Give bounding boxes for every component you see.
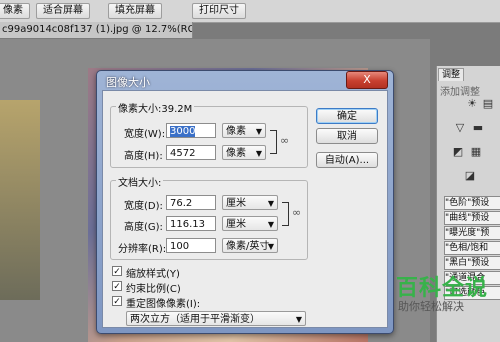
threshold-icon[interactable]: ◪	[464, 170, 476, 182]
watermark-subtitle: 助你轻松解决	[398, 300, 464, 313]
doc-width-input[interactable]: 76.2	[166, 195, 216, 210]
resample-method-select[interactable]: 两次立方（适用于平滑渐变） ▼	[126, 311, 306, 326]
add-adjustment-label: 添加调整	[440, 87, 480, 98]
resolution-input[interactable]: 100	[166, 238, 216, 253]
cancel-button[interactable]: 取消	[316, 128, 378, 144]
doc-height-input[interactable]: 116.13	[166, 216, 216, 231]
posterize-icon[interactable]: ▦	[470, 146, 482, 158]
pixel-width-unit-select[interactable]: 像素 ▼	[222, 123, 266, 138]
document-size-header: 文档大小:	[116, 174, 164, 189]
pixel-dimensions-header: 像素大小:39.2M	[116, 100, 195, 115]
constrain-proportions-checkbox[interactable]: ✓	[112, 281, 122, 292]
photo-background-left	[0, 100, 40, 300]
dialog-close-button[interactable]: X	[346, 71, 388, 89]
fit-screen-button[interactable]: 适合屏幕	[36, 3, 90, 19]
chevron-down-icon: ▼	[267, 242, 274, 251]
pixel-height-unit-select[interactable]: 像素 ▼	[222, 145, 266, 160]
dialog-title: 图像大小	[106, 76, 150, 89]
brightness-icon[interactable]: ☀	[466, 98, 478, 110]
preset-hue-saturation[interactable]: "色相/饱和	[444, 241, 500, 255]
auto-button[interactable]: 自动(A)...	[316, 152, 378, 168]
chevron-down-icon: ▼	[255, 127, 262, 136]
pixel-height-unit: 像素	[226, 148, 246, 159]
pixel-height-input[interactable]: 4572	[166, 145, 216, 160]
resolution-unit-select[interactable]: 像素/英寸 ▼	[222, 238, 278, 253]
resolution-label: 分辨率(R):	[118, 244, 167, 255]
doc-height-unit: 厘米	[226, 219, 246, 230]
chevron-down-icon: ▼	[267, 199, 274, 208]
preset-curves[interactable]: "曲线"预设	[444, 211, 500, 225]
print-size-button[interactable]: 打印尺寸	[192, 3, 246, 19]
link-bracket	[270, 130, 277, 154]
scale-styles-label: 缩放样式(Y)	[126, 269, 180, 280]
invert-icon[interactable]: ◩	[452, 146, 464, 158]
chevron-down-icon: ▼	[267, 220, 274, 229]
preset-exposure[interactable]: "曝光度"预	[444, 226, 500, 240]
link-bracket	[282, 202, 289, 226]
vibrance-icon[interactable]: ▽	[454, 122, 466, 134]
doc-height-unit-select[interactable]: 厘米 ▼	[222, 216, 278, 231]
document-tab-title: c99a9014c08f137 (1).jpg @ 12.7%(RGB/8) *	[2, 24, 192, 35]
chevron-down-icon: ▼	[255, 149, 262, 158]
doc-width-label: 宽度(D):	[124, 201, 163, 212]
resample-method-value: 两次立方（适用于平滑渐变）	[130, 314, 260, 325]
scale-styles-checkbox[interactable]: ✓	[112, 266, 122, 277]
pixel-height-label: 高度(H):	[124, 151, 163, 162]
doc-width-unit-select[interactable]: 厘米 ▼	[222, 195, 278, 210]
document-tab[interactable]: c99a9014c08f137 (1).jpg @ 12.7%(RGB/8) *…	[0, 22, 193, 38]
doc-height-label: 高度(G):	[124, 222, 163, 233]
resample-checkbox[interactable]: ✓	[112, 296, 122, 307]
preset-levels[interactable]: "色阶"预设	[444, 196, 500, 210]
hue-icon[interactable]: ▬	[472, 122, 484, 134]
pixel-width-label: 宽度(W):	[124, 129, 166, 140]
constrain-proportions-label: 约束比例(C)	[126, 284, 181, 295]
resample-label: 重定图像像素(I):	[126, 299, 201, 310]
chevron-down-icon: ▼	[295, 315, 302, 324]
pixel-width-value: 3000	[170, 126, 196, 137]
preset-black-white[interactable]: "黑白"预设	[444, 256, 500, 270]
doc-width-unit: 厘米	[226, 198, 246, 209]
chain-link-icon: ∞	[292, 206, 302, 219]
actual-pixels-button[interactable]: 像素	[0, 3, 30, 19]
pixel-width-input[interactable]: 3000	[166, 123, 216, 138]
levels-icon[interactable]: ▤	[482, 98, 494, 110]
ok-button[interactable]: 确定	[316, 108, 378, 124]
fill-screen-button[interactable]: 填充屏幕	[108, 3, 162, 19]
resolution-unit: 像素/英寸	[226, 241, 270, 252]
adjustments-tab[interactable]: 调整	[438, 68, 464, 81]
pixel-width-unit: 像素	[226, 126, 246, 137]
chain-link-icon: ∞	[280, 134, 290, 147]
